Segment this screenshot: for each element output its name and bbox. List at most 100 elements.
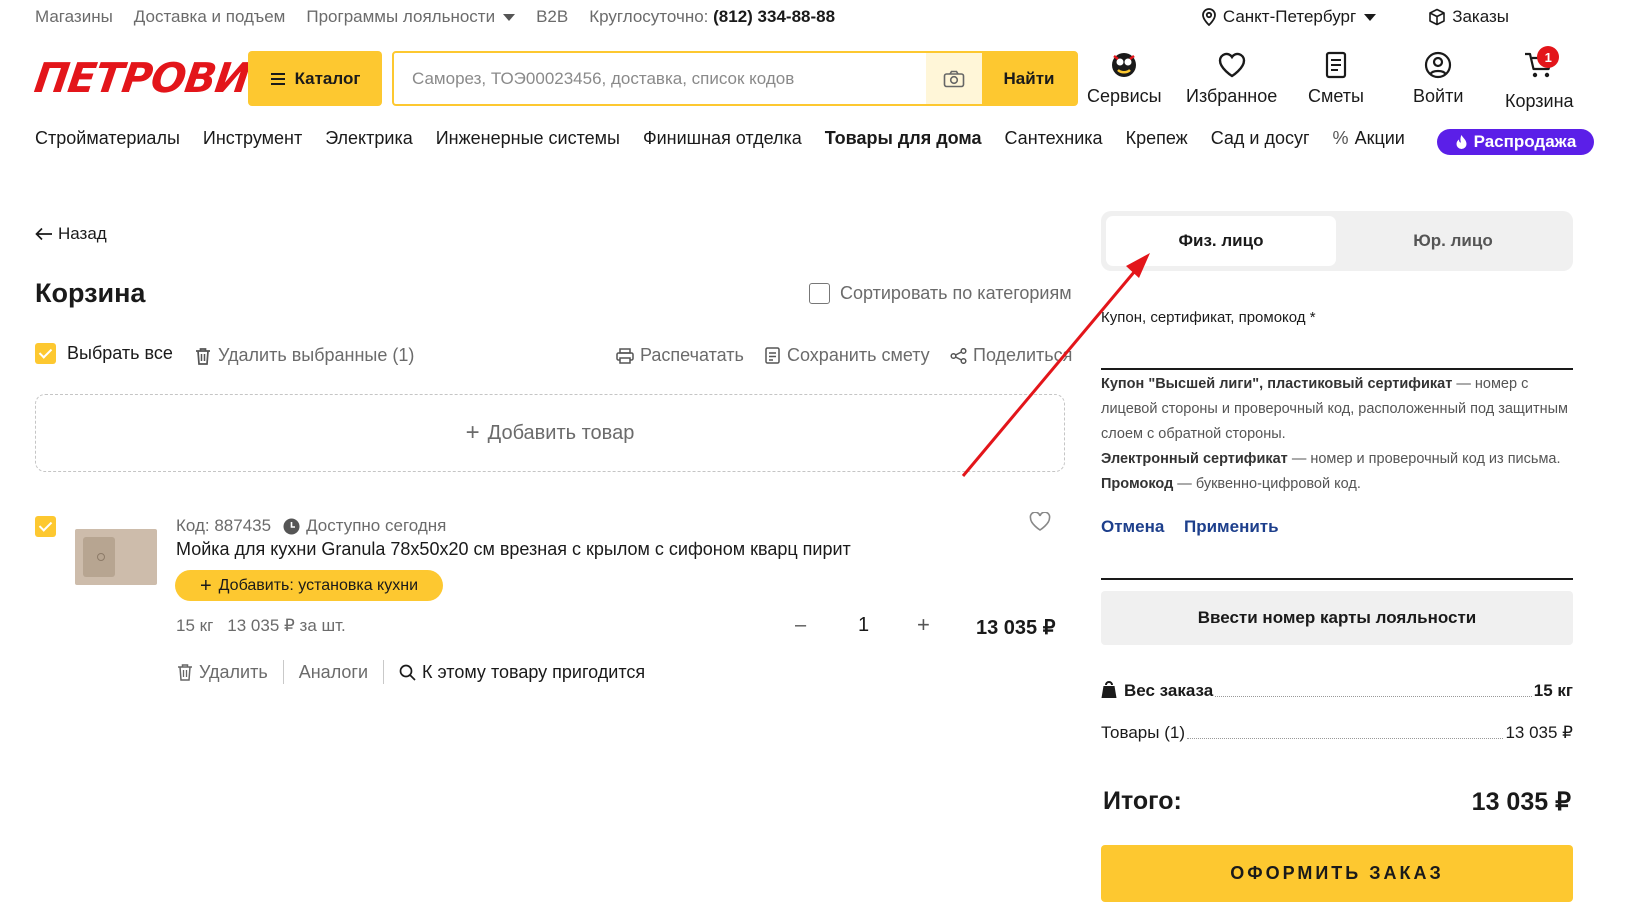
checkbox-checked[interactable]: [35, 343, 56, 364]
add-to-favorites-heart-icon[interactable]: [1029, 512, 1051, 532]
section-divider: [1101, 578, 1573, 580]
select-all-checkbox[interactable]: Выбрать все: [35, 343, 173, 364]
sort-by-category-checkbox[interactable]: Сортировать по категориям: [809, 283, 1072, 304]
item-checkbox[interactable]: [35, 516, 56, 537]
estimates-label: Сметы: [1308, 86, 1364, 106]
location-pin-icon: [1201, 8, 1216, 26]
print-button[interactable]: Распечатать: [616, 345, 744, 366]
product-name[interactable]: Мойка для кухни Granula 78x50x20 см врез…: [176, 539, 851, 560]
back-link[interactable]: Назад: [35, 224, 107, 244]
loyalty-card-button[interactable]: Ввести номер карты лояльности: [1101, 591, 1573, 645]
plus-icon: +: [199, 574, 212, 597]
unit-price: 13 035 ₽ за шт.: [227, 616, 346, 635]
cart-button[interactable]: 1 Корзина: [1505, 46, 1574, 112]
services-button[interactable]: Сервисы: [1087, 50, 1162, 107]
share-button[interactable]: Поделиться: [950, 345, 1072, 366]
favorites-button[interactable]: Избранное: [1186, 50, 1277, 107]
order-weight-row: Вес заказа 15 кг: [1101, 681, 1573, 701]
trash-icon: [196, 347, 210, 365]
product-image[interactable]: [75, 529, 157, 585]
search-button[interactable]: Найти: [982, 53, 1076, 104]
trash-icon: [178, 664, 192, 681]
menu-icon: [270, 72, 285, 85]
related-products-button[interactable]: К этому товару пригодится: [399, 662, 645, 683]
delete-item-button[interactable]: Удалить: [177, 662, 268, 683]
nav-item-electrics[interactable]: Электрика: [325, 128, 413, 149]
orders-link[interactable]: Заказы: [1428, 7, 1509, 27]
nav-item-finishing[interactable]: Финишная отделка: [643, 128, 802, 149]
analogs-button[interactable]: Аналоги: [299, 662, 368, 683]
login-label: Войти: [1413, 86, 1464, 106]
heart-icon: [1218, 52, 1245, 78]
search-input[interactable]: [394, 53, 926, 104]
nav-item-fasteners[interactable]: Крепеж: [1126, 128, 1188, 149]
item-weight-and-unit-price: 15 кг 13 035 ₽ за шт.: [176, 616, 346, 636]
availability: Доступно сегодня: [306, 516, 447, 535]
nav-item-tools[interactable]: Инструмент: [203, 128, 302, 149]
save-estimate-button[interactable]: Сохранить смету: [765, 345, 930, 366]
weight-icon: [1101, 681, 1117, 698]
loyalty-programs-dropdown[interactable]: Программы лояльности: [306, 7, 516, 27]
item-code: Код: 887435: [176, 516, 272, 535]
fire-icon: [1456, 135, 1467, 149]
checkbox[interactable]: [809, 283, 830, 304]
nav-item-plumbing[interactable]: Сантехника: [1004, 128, 1102, 149]
category-nav: Стройматериалы Инструмент Электрика Инже…: [35, 128, 1428, 149]
cancel-button[interactable]: Отмена: [1101, 517, 1164, 537]
coupon-field-label: Купон, сертификат, промокод *: [1101, 309, 1316, 326]
logo[interactable]: ПЕТРОВИЧ: [32, 54, 285, 102]
coupon-input-underline: [1101, 368, 1573, 370]
add-kitchen-installation-button[interactable]: + Добавить: установка кухни: [175, 570, 443, 601]
page-title: Корзина: [35, 278, 146, 308]
catalog-button[interactable]: Каталог: [248, 51, 382, 106]
stores-link[interactable]: Магазины: [35, 7, 113, 27]
city-selector[interactable]: Санкт-Петербург: [1201, 7, 1377, 27]
photo-search-button[interactable]: [926, 53, 982, 104]
favorites-label: Избранное: [1186, 86, 1278, 106]
item-actions: Удалить Аналоги К этому товару пригодитс…: [177, 660, 645, 684]
nav-item-garden[interactable]: Сад и досуг: [1211, 128, 1310, 149]
delivery-link[interactable]: Доставка и подъем: [134, 7, 286, 27]
user-icon: [1425, 51, 1452, 79]
sale-button[interactable]: Распродажа: [1437, 129, 1594, 155]
search-icon: [399, 664, 416, 681]
coupon-help-text: Купон "Высшей лиги", пластиковый сертифи…: [1101, 376, 1568, 492]
cart-label: Корзина: [1505, 91, 1574, 111]
services-icon: [1112, 53, 1137, 77]
nav-item-building-materials[interactable]: Стройматериалы: [35, 128, 180, 149]
arrow-left-icon: [35, 227, 52, 241]
document-icon: [1325, 51, 1347, 79]
chevron-down-icon: [1364, 13, 1377, 21]
chevron-down-icon: [503, 14, 516, 22]
apply-button[interactable]: Применить: [1184, 517, 1279, 537]
increase-quantity-button[interactable]: +: [917, 612, 930, 638]
divider: [383, 660, 385, 684]
delete-selected-button[interactable]: Удалить выбранные (1): [195, 345, 414, 366]
plus-icon: +: [465, 419, 480, 446]
divider: [282, 660, 284, 684]
services-label: Сервисы: [1087, 86, 1162, 106]
estimates-button[interactable]: Сметы: [1308, 50, 1364, 107]
share-icon: [950, 347, 967, 364]
nav-item-home-goods[interactable]: Товары для дома: [825, 128, 982, 149]
login-button[interactable]: Войти: [1413, 50, 1463, 107]
box-icon: [1429, 8, 1445, 26]
catalog-label: Каталог: [294, 68, 361, 88]
b2b-link[interactable]: B2B: [536, 7, 568, 27]
tab-individual[interactable]: Физ. лицо: [1106, 216, 1336, 266]
order-total: Итого: 13 035 ₽: [1103, 787, 1571, 816]
quantity-value[interactable]: 1: [858, 614, 869, 637]
tab-legal-entity[interactable]: Юр. лицо: [1338, 216, 1568, 266]
add-product-button[interactable]: + Добавить товар: [35, 394, 1065, 472]
decrease-quantity-button[interactable]: –: [795, 614, 806, 637]
estimate-icon: [765, 347, 780, 364]
percent-icon: %: [1332, 128, 1349, 148]
coupon-input[interactable]: [1101, 330, 1573, 368]
nav-item-engineering[interactable]: Инженерные системы: [436, 128, 620, 149]
nav-item-promotions[interactable]: % Акции: [1333, 128, 1405, 149]
camera-icon: [943, 70, 965, 87]
top-bar: Магазины Доставка и подъем Программы лоя…: [35, 0, 1509, 34]
customer-type-tabs: Физ. лицо Юр. лицо: [1101, 211, 1573, 271]
phone-info[interactable]: Круглосуточно: (812) 334-88-88: [589, 7, 835, 27]
checkout-button[interactable]: ОФОРМИТЬ ЗАКАЗ: [1101, 845, 1573, 902]
